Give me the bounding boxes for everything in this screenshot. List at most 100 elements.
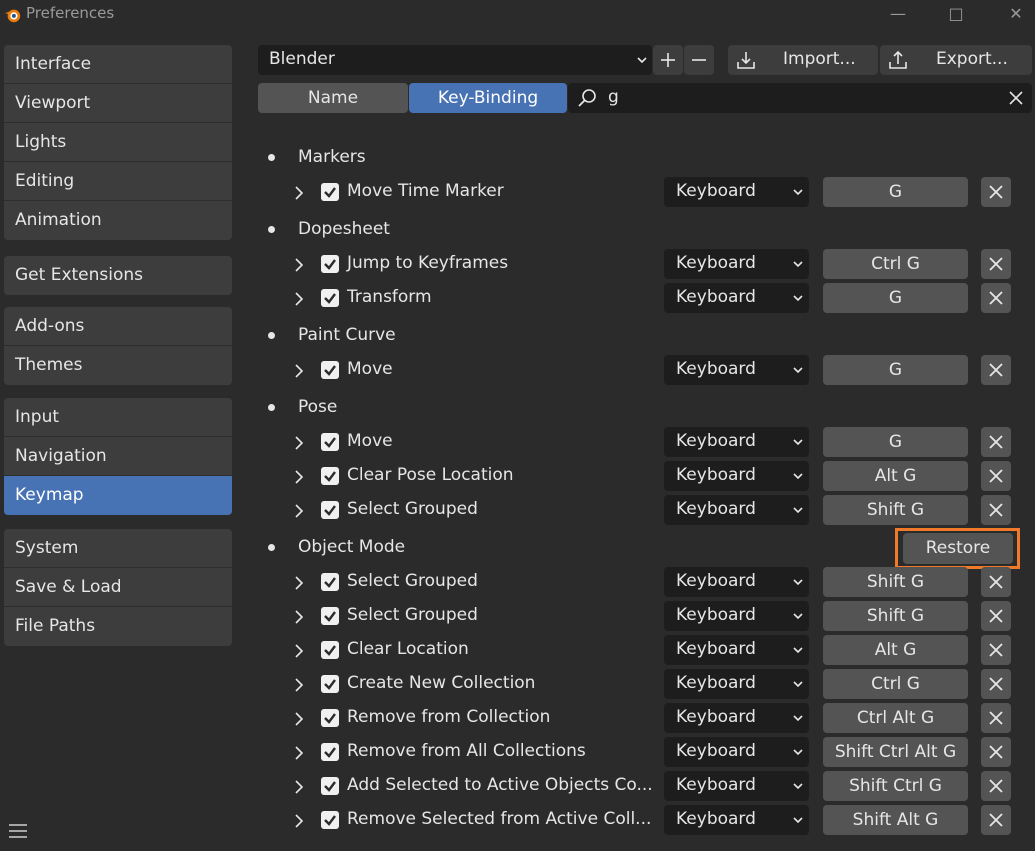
remove-binding-button[interactable] <box>981 249 1011 279</box>
key-binding-button[interactable]: Ctrl G <box>823 249 968 279</box>
expand-chevron-icon[interactable] <box>292 435 306 450</box>
input-type-select[interactable]: Keyboard <box>664 355 809 385</box>
search-input[interactable]: g <box>568 83 1032 113</box>
expand-chevron-icon[interactable] <box>292 677 306 692</box>
expand-chevron-icon[interactable] <box>292 575 306 590</box>
enabled-checkbox[interactable] <box>321 777 339 795</box>
expand-chevron-icon[interactable] <box>292 711 306 726</box>
restore-button[interactable]: Restore <box>903 533 1013 564</box>
key-binding-button[interactable]: Alt G <box>823 635 968 665</box>
input-type-select[interactable]: Keyboard <box>664 601 809 631</box>
sidebar-item-editing[interactable]: Editing <box>4 162 232 201</box>
hamburger-menu-icon[interactable] <box>5 818 31 844</box>
sidebar-item-themes[interactable]: Themes <box>4 346 232 385</box>
add-preset-button[interactable] <box>653 45 683 75</box>
key-binding-button[interactable]: G <box>823 355 968 385</box>
sidebar-item-animation[interactable]: Animation <box>4 201 232 240</box>
maximize-icon[interactable]: □ <box>944 3 968 25</box>
remove-binding-button[interactable] <box>981 737 1011 767</box>
sidebar-item-interface[interactable]: Interface <box>4 45 232 84</box>
enabled-checkbox[interactable] <box>321 361 339 379</box>
enabled-checkbox[interactable] <box>321 607 339 625</box>
minimize-icon[interactable]: — <box>886 3 910 25</box>
input-type-select[interactable]: Keyboard <box>664 669 809 699</box>
sidebar-item-system[interactable]: System <box>4 529 232 568</box>
expand-chevron-icon[interactable] <box>292 643 306 658</box>
enabled-checkbox[interactable] <box>321 573 339 591</box>
key-binding-button[interactable]: Ctrl Alt G <box>823 703 968 733</box>
key-binding-button[interactable]: Ctrl G <box>823 669 968 699</box>
remove-preset-button[interactable] <box>684 45 714 75</box>
input-type-select[interactable]: Keyboard <box>664 249 809 279</box>
sidebar-item-save-load[interactable]: Save & Load <box>4 568 232 607</box>
key-binding-button[interactable]: Alt G <box>823 461 968 491</box>
remove-binding-button[interactable] <box>981 495 1011 525</box>
category-label[interactable]: Paint Curve <box>298 325 396 345</box>
input-type-select[interactable]: Keyboard <box>664 635 809 665</box>
input-type-select[interactable]: Keyboard <box>664 177 809 207</box>
remove-binding-button[interactable] <box>981 427 1011 457</box>
sidebar-item-add-ons[interactable]: Add-ons <box>4 307 232 346</box>
expand-chevron-icon[interactable] <box>292 779 306 794</box>
filter-tab-name[interactable]: Name <box>258 83 408 113</box>
sidebar-item-file-paths[interactable]: File Paths <box>4 607 232 646</box>
enabled-checkbox[interactable] <box>321 709 339 727</box>
input-type-select[interactable]: Keyboard <box>664 703 809 733</box>
expand-chevron-icon[interactable] <box>292 609 306 624</box>
category-label[interactable]: Object Mode <box>298 537 405 557</box>
key-binding-button[interactable]: Shift G <box>823 495 968 525</box>
key-binding-button[interactable]: Shift Ctrl Alt G <box>823 737 968 767</box>
filter-tab-key-binding[interactable]: Key-Binding <box>409 83 567 113</box>
key-binding-button[interactable]: Shift G <box>823 601 968 631</box>
expand-chevron-icon[interactable] <box>292 291 306 306</box>
keymap-preset-select[interactable]: Blender <box>258 45 652 75</box>
expand-chevron-icon[interactable] <box>292 813 306 828</box>
remove-binding-button[interactable] <box>981 635 1011 665</box>
enabled-checkbox[interactable] <box>321 641 339 659</box>
import-button[interactable]: Import... <box>728 45 878 75</box>
remove-binding-button[interactable] <box>981 669 1011 699</box>
enabled-checkbox[interactable] <box>321 289 339 307</box>
sidebar-item-navigation[interactable]: Navigation <box>4 437 232 476</box>
enabled-checkbox[interactable] <box>321 433 339 451</box>
category-label[interactable]: Pose <box>298 397 337 417</box>
remove-binding-button[interactable] <box>981 355 1011 385</box>
remove-binding-button[interactable] <box>981 805 1011 835</box>
input-type-select[interactable]: Keyboard <box>664 283 809 313</box>
close-window-icon[interactable]: ✕ <box>1004 3 1028 25</box>
sidebar-item-lights[interactable]: Lights <box>4 123 232 162</box>
category-label[interactable]: Markers <box>298 147 366 167</box>
clear-search-icon[interactable] <box>1008 90 1024 106</box>
key-binding-button[interactable]: G <box>823 427 968 457</box>
enabled-checkbox[interactable] <box>321 811 339 829</box>
input-type-select[interactable]: Keyboard <box>664 567 809 597</box>
input-type-select[interactable]: Keyboard <box>664 461 809 491</box>
sidebar-item-get-extensions[interactable]: Get Extensions <box>4 256 232 295</box>
expand-chevron-icon[interactable] <box>292 257 306 272</box>
export-button[interactable]: Export... <box>880 45 1032 75</box>
key-binding-button[interactable]: G <box>823 283 968 313</box>
key-binding-button[interactable]: G <box>823 177 968 207</box>
remove-binding-button[interactable] <box>981 703 1011 733</box>
enabled-checkbox[interactable] <box>321 675 339 693</box>
enabled-checkbox[interactable] <box>321 501 339 519</box>
input-type-select[interactable]: Keyboard <box>664 427 809 457</box>
sidebar-item-viewport[interactable]: Viewport <box>4 84 232 123</box>
enabled-checkbox[interactable] <box>321 183 339 201</box>
sidebar-item-keymap[interactable]: Keymap <box>4 476 232 515</box>
expand-chevron-icon[interactable] <box>292 745 306 760</box>
expand-chevron-icon[interactable] <box>292 503 306 518</box>
remove-binding-button[interactable] <box>981 771 1011 801</box>
key-binding-button[interactable]: Shift Ctrl G <box>823 771 968 801</box>
key-binding-button[interactable]: Shift G <box>823 567 968 597</box>
input-type-select[interactable]: Keyboard <box>664 495 809 525</box>
category-label[interactable]: Dopesheet <box>298 219 390 239</box>
input-type-select[interactable]: Keyboard <box>664 805 809 835</box>
remove-binding-button[interactable] <box>981 601 1011 631</box>
remove-binding-button[interactable] <box>981 461 1011 491</box>
enabled-checkbox[interactable] <box>321 743 339 761</box>
remove-binding-button[interactable] <box>981 567 1011 597</box>
remove-binding-button[interactable] <box>981 177 1011 207</box>
expand-chevron-icon[interactable] <box>292 363 306 378</box>
expand-chevron-icon[interactable] <box>292 469 306 484</box>
